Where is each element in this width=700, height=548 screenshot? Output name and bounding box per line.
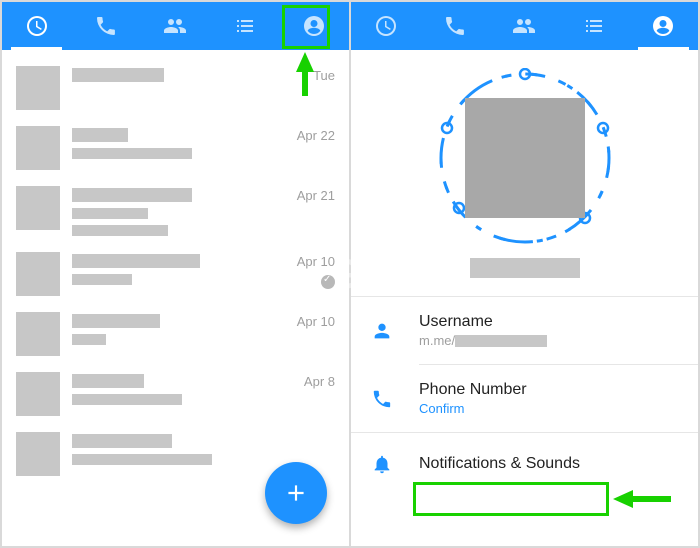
avatar-placeholder [16, 126, 60, 170]
topbar-right [351, 2, 698, 50]
row-phone[interactable]: Phone Number Confirm [351, 365, 698, 432]
preview-placeholder [72, 225, 168, 236]
avatar-placeholder [16, 66, 60, 110]
tab-calls[interactable] [424, 2, 487, 50]
plus-icon [283, 480, 309, 506]
chat-row[interactable]: Apr 10 [2, 304, 349, 364]
clock-icon [25, 14, 49, 38]
read-receipt-icon [321, 275, 335, 289]
annotation-arrow-left [613, 490, 633, 508]
compose-fab[interactable] [265, 462, 327, 524]
chat-date: Apr 8 [289, 374, 335, 389]
pane-right-messenger-profile: Username m.me/ Phone Number Confirm Noti… [351, 2, 698, 546]
row-username[interactable]: Username m.me/ [351, 297, 698, 364]
preview-placeholder [72, 454, 212, 465]
messenger-code[interactable] [435, 68, 615, 248]
name-placeholder [72, 128, 128, 142]
preview-placeholder [72, 148, 192, 159]
row-action[interactable]: Confirm [419, 401, 527, 416]
phone-icon [94, 14, 118, 38]
profile-photo-placeholder [465, 98, 585, 218]
chat-row[interactable]: Apr 22 [2, 118, 349, 178]
username-redacted [455, 335, 547, 347]
preview-placeholder [72, 334, 106, 345]
chat-list: Tue Apr 22 Apr 21 Apr 10 Apr 10 Apr 8 [2, 50, 349, 484]
list-icon [233, 14, 257, 38]
tab-recent[interactable] [354, 2, 417, 50]
clock-icon [374, 14, 398, 38]
avatar-placeholder [16, 432, 60, 476]
tab-groups[interactable] [213, 2, 276, 50]
row-subtitle: m.me/ [419, 333, 547, 348]
avatar-placeholder [16, 312, 60, 356]
name-placeholder [72, 314, 160, 328]
row-title: Phone Number [419, 381, 527, 399]
tab-people[interactable] [144, 2, 207, 50]
annotation-notifications-highlight [413, 482, 609, 516]
tab-calls[interactable] [75, 2, 138, 50]
people-icon [163, 14, 187, 38]
row-title: Notifications & Sounds [419, 455, 580, 473]
person-icon [371, 320, 393, 342]
avatar-placeholder [16, 372, 60, 416]
name-placeholder [72, 374, 144, 388]
chat-date: Apr 10 [289, 314, 335, 329]
bell-icon [371, 453, 393, 475]
name-placeholder [72, 254, 200, 268]
chat-row[interactable]: Apr 10 [2, 244, 349, 304]
list-icon [582, 14, 606, 38]
preview-placeholder [72, 208, 148, 219]
avatar-placeholder [16, 252, 60, 296]
phone-icon [443, 14, 467, 38]
phone-icon [371, 388, 393, 410]
chat-date: Apr 22 [289, 128, 335, 143]
annotation-arrow-up [296, 52, 314, 72]
chat-date: Apr 21 [289, 188, 335, 203]
tab-profile[interactable] [632, 2, 695, 50]
chat-row[interactable]: Apr 21 [2, 178, 349, 244]
profile-name-placeholder [470, 258, 580, 278]
row-title: Username [419, 313, 547, 331]
annotation-profile-tab-highlight [282, 5, 330, 49]
preview-placeholder [72, 394, 182, 405]
name-placeholder [72, 434, 172, 448]
pane-left-messenger-recent: Tue Apr 22 Apr 21 Apr 10 Apr 10 Apr 8 [2, 2, 349, 546]
name-placeholder [72, 188, 192, 202]
preview-placeholder [72, 274, 132, 285]
profile-icon [651, 14, 675, 38]
chat-date: Apr 10 [289, 254, 335, 269]
name-placeholder [72, 68, 164, 82]
tab-people[interactable] [493, 2, 556, 50]
people-icon [512, 14, 536, 38]
chat-row[interactable]: Apr 8 [2, 364, 349, 424]
tab-recent[interactable] [5, 2, 68, 50]
tab-groups[interactable] [562, 2, 625, 50]
avatar-placeholder [16, 186, 60, 230]
settings-section: Username m.me/ Phone Number Confirm Noti… [351, 296, 698, 495]
